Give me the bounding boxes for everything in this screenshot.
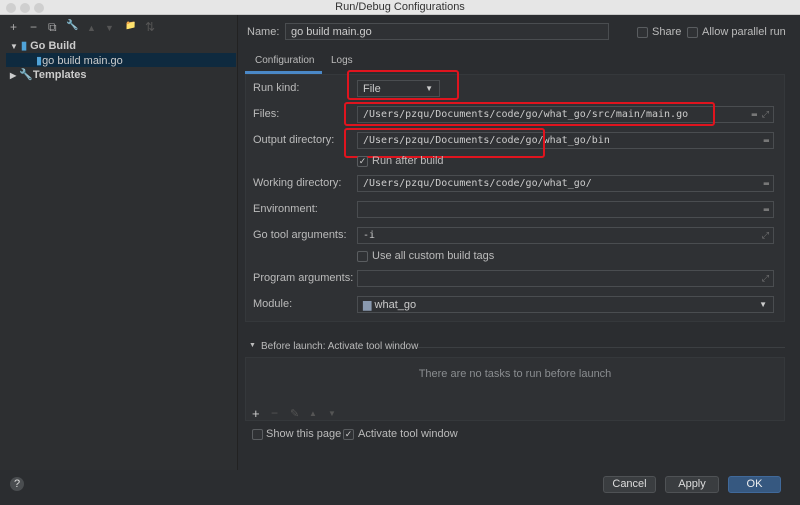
highlight-box [344, 102, 715, 126]
environment-label: Environment: [253, 203, 318, 215]
program-arguments-label: Program arguments: [253, 272, 354, 284]
move-up-icon[interactable]: ▲ [87, 23, 96, 33]
ok-button[interactable]: OK [728, 476, 781, 493]
name-label: Name: [247, 26, 280, 38]
title-bar: Run/Debug Configurations [0, 0, 800, 15]
zoom-window-button[interactable] [34, 3, 44, 13]
collapse-arrow-icon: ▶ [10, 71, 17, 80]
move-down-icon[interactable]: ▼ [328, 409, 336, 418]
go-icon: ▮ [20, 40, 28, 52]
folder-icon[interactable]: ▬ [764, 203, 769, 217]
tree-item-go-build-main[interactable]: ▮go build main.go [36, 54, 123, 67]
before-launch-tasks-list [245, 357, 785, 421]
show-this-page-label: Show this page [266, 428, 342, 440]
module-select[interactable]: ▆ what_go ▼ [357, 296, 774, 313]
divider [418, 347, 785, 348]
tree-item-templates[interactable]: ▶ 🔧Templates [10, 68, 87, 81]
module-icon: ▆ [363, 299, 372, 311]
sidebar [0, 15, 238, 470]
cancel-button[interactable]: Cancel [603, 476, 656, 493]
folder-icon[interactable]: ▬ [764, 177, 769, 191]
tree-item-go-build[interactable]: ▼ ▮ Go Build [10, 39, 76, 52]
expand-icon[interactable]: ⤢ [762, 229, 769, 243]
working-directory-input[interactable]: /Users/pzqu/Documents/code/go/what_go/▬ [357, 175, 774, 192]
activate-tool-window-checkbox[interactable]: ✓ [343, 429, 354, 440]
allow-parallel-label: Allow parallel run [702, 26, 786, 38]
activate-tool-window-label: Activate tool window [358, 428, 458, 440]
run-after-build-label: Run after build [372, 155, 444, 167]
program-arguments-input[interactable]: ⤢ [357, 270, 774, 287]
add-task-icon[interactable]: + [252, 406, 260, 421]
remove-icon[interactable]: − [30, 20, 37, 34]
expand-arrow-icon: ▼ [10, 42, 18, 51]
edit-task-icon[interactable]: ✎ [290, 407, 299, 420]
module-label: Module: [253, 298, 293, 310]
custom-build-tags-checkbox[interactable] [357, 251, 368, 262]
wrench-icon: 🔧 [19, 69, 33, 81]
help-button[interactable]: ? [10, 477, 24, 491]
custom-build-tags-label: Use all custom build tags [372, 250, 495, 262]
expand-icon[interactable]: ⤢ [762, 272, 769, 286]
output-directory-label: Output directory: [253, 134, 335, 146]
go-tool-arguments-label: Go tool arguments: [253, 229, 347, 241]
run-after-build-checkbox[interactable]: ✓ [357, 156, 368, 167]
minimize-window-button[interactable] [20, 3, 30, 13]
run-kind-label: Run kind: [253, 82, 300, 94]
add-icon[interactable]: + [10, 20, 17, 34]
empty-tasks-text: There are no tasks to run before launch [418, 368, 612, 380]
before-launch-title: Before launch: Activate tool window [261, 341, 419, 352]
move-down-icon[interactable]: ▼ [105, 23, 114, 33]
working-directory-label: Working directory: [253, 177, 342, 189]
go-tool-arguments-input[interactable]: -i ⤢ [357, 227, 774, 244]
environment-input[interactable]: ▬ [357, 201, 774, 218]
allow-parallel-checkbox[interactable] [687, 27, 698, 38]
folder-icon[interactable]: ▬ [764, 134, 769, 148]
move-up-icon[interactable]: ▲ [309, 409, 317, 418]
copy-icon[interactable]: ⧉ [48, 20, 57, 35]
folder-icon[interactable]: ▬ [752, 108, 757, 122]
window-title: Run/Debug Configurations [335, 1, 465, 13]
expand-icon[interactable]: ⤢ [762, 108, 769, 122]
chevron-down-icon: ▼ [759, 300, 767, 309]
apply-button[interactable]: Apply [665, 476, 719, 493]
name-input[interactable]: go build main.go [285, 23, 609, 40]
collapse-arrow-icon[interactable]: ▼ [249, 342, 256, 349]
highlight-box [344, 128, 545, 158]
tab-configuration[interactable]: Configuration [255, 55, 314, 66]
show-this-page-checkbox[interactable] [252, 429, 263, 440]
wrench-icon[interactable]: 🔧 [66, 20, 78, 31]
close-window-button[interactable] [6, 3, 16, 13]
share-label: Share [652, 26, 682, 38]
files-label: Files: [253, 108, 280, 120]
remove-task-icon[interactable]: − [271, 406, 278, 420]
sort-icon[interactable]: ⇅ [145, 20, 155, 34]
tab-logs[interactable]: Logs [331, 55, 353, 66]
highlight-box [347, 70, 459, 100]
share-checkbox[interactable] [637, 27, 648, 38]
folder-icon[interactable]: 📁 [125, 20, 136, 31]
